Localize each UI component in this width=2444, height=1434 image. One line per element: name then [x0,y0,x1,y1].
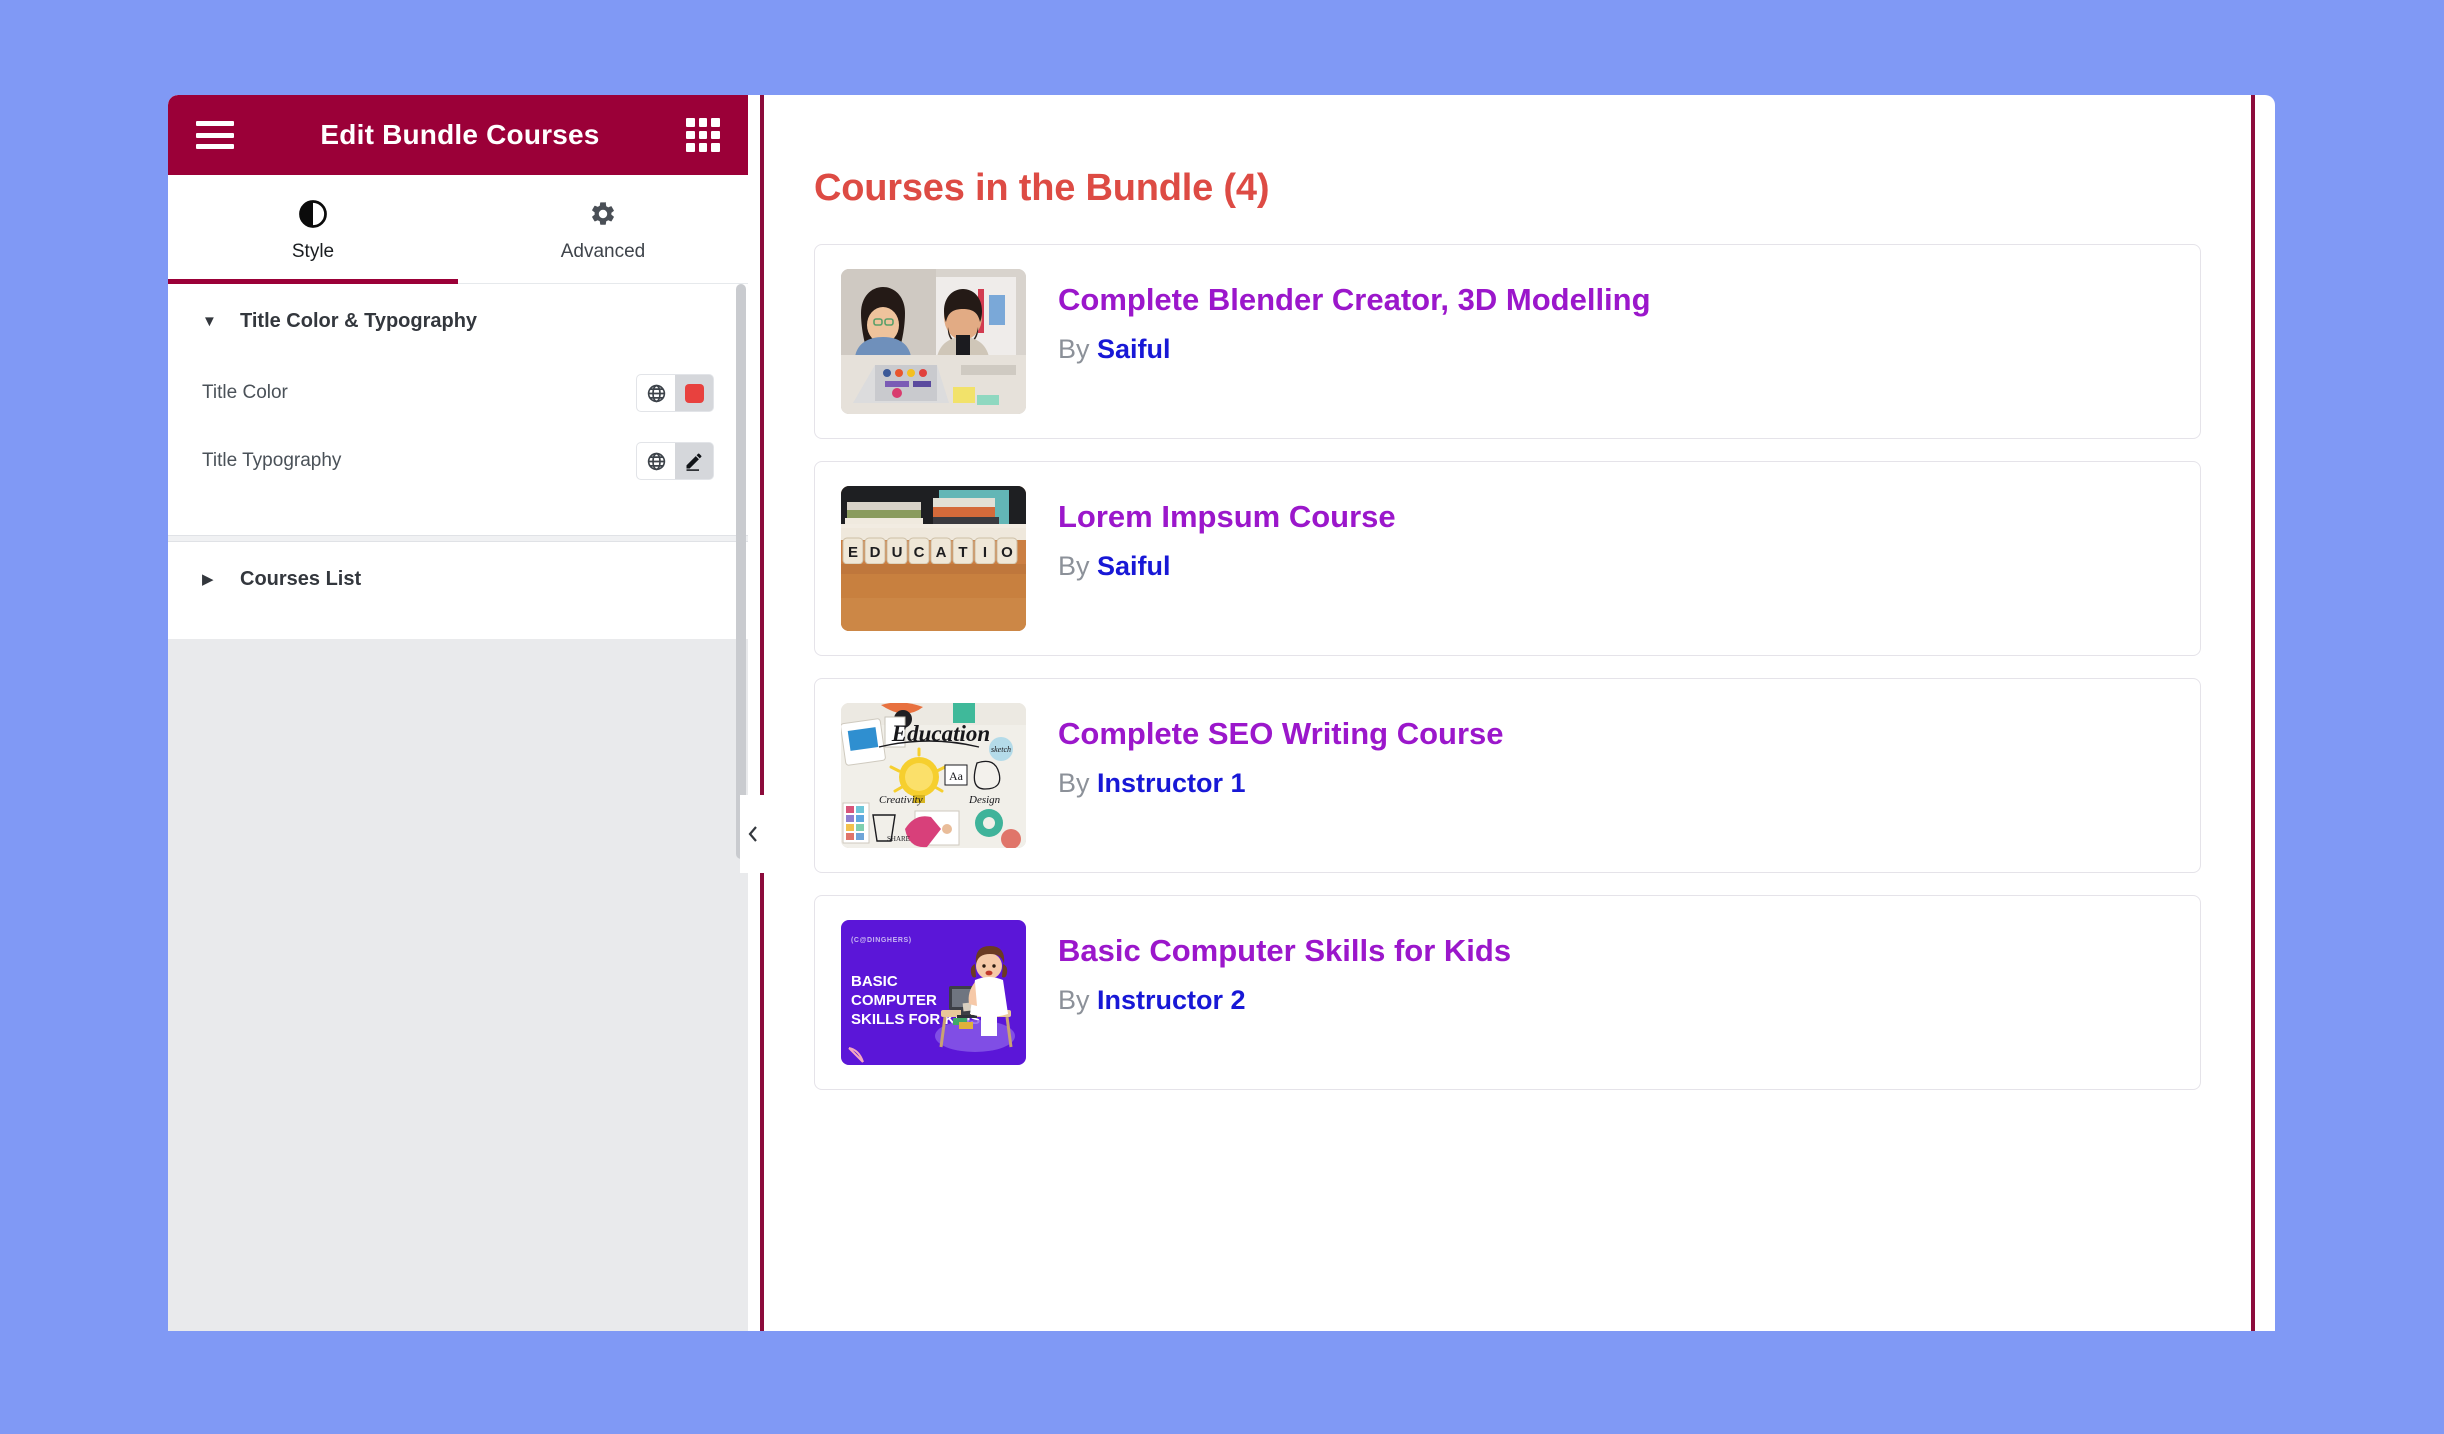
panel-title: Edit Bundle Courses [320,119,600,150]
svg-text:U: U [892,544,903,561]
section-title-color-typography: ▼ Title Color & Typography Title Color T… [168,284,748,535]
globe-icon[interactable] [637,375,675,411]
course-info: Lorem Impsum Course By Saiful [1026,486,1396,582]
course-card[interactable]: E D U C A T I O Lorem Impsum Course By Sa… [814,461,2201,656]
svg-text:Creativity: Creativity [879,794,923,806]
section-courses-list: ▶ Courses List [168,542,748,639]
section-header-title-color-typography[interactable]: ▼ Title Color & Typography [168,284,748,359]
frame-inner: Courses in the Bundle (4) Complete Blend… [764,105,2251,1331]
preview-canvas: Courses in the Bundle (4) Complete Blend… [748,95,2275,1331]
course-info: Complete Blender Creator, 3D Modelling By… [1026,269,1651,365]
title-color-widget [636,374,714,412]
course-byline: By Saiful [1058,334,1651,365]
title-color-label: Title Color [202,382,288,403]
title-typography-widget [636,442,714,480]
svg-text:A: A [936,544,947,561]
course-author[interactable]: Saiful [1097,551,1171,581]
course-author[interactable]: Saiful [1097,334,1171,364]
course-author[interactable]: Instructor 2 [1097,985,1246,1015]
gear-icon [458,197,748,231]
course-info: Basic Computer Skills for Kids By Instruc… [1026,920,1511,1016]
globe-icon[interactable] [637,443,675,479]
by-prefix: By [1058,768,1090,799]
course-byline: By Saiful [1058,551,1396,582]
chevron-right-icon: ▶ [202,571,214,588]
control-row-title-color: Title Color [168,359,748,427]
course-title[interactable]: Lorem Impsum Course [1058,498,1396,535]
course-thumbnail[interactable]: E D U C A T I O [841,486,1026,631]
course-info: Complete SEO Writing Course By Instructor… [1026,703,1504,799]
course-thumbnail[interactable]: (C@DINGHERS) BASIC COMPUTER SKILLS FOR K… [841,920,1026,1065]
course-title[interactable]: Complete SEO Writing Course [1058,715,1504,752]
by-prefix: By [1058,551,1090,582]
tab-style-label: Style [291,241,335,262]
pencil-icon [686,453,702,471]
course-title[interactable]: Basic Computer Skills for Kids [1058,932,1511,969]
svg-text:COMPUTER: COMPUTER [851,992,937,1009]
by-prefix: By [1058,334,1090,365]
svg-text:E: E [848,544,858,561]
title-typography-label: Title Typography [202,450,342,471]
svg-text:SHARE: SHARE [887,835,910,843]
panel-tabs: Style Advanced [168,175,748,284]
panel-collapse-handle[interactable] [740,795,766,873]
tab-advanced[interactable]: Advanced [458,175,748,283]
chevron-down-icon: ▼ [202,313,217,330]
course-byline: By Instructor 2 [1058,985,1511,1016]
svg-text:sketch: sketch [991,745,1011,754]
svg-text:BASIC: BASIC [851,973,898,990]
section-header-courses-list[interactable]: ▶ Courses List [168,542,748,617]
hamburger-icon[interactable] [196,121,234,149]
course-title[interactable]: Complete Blender Creator, 3D Modelling [1058,281,1651,318]
panel-scrollbar[interactable] [736,284,746,859]
title-typography-edit-button[interactable] [675,443,713,479]
svg-text:Design: Design [968,794,1001,806]
grid-icon[interactable] [686,118,720,152]
panel-header: Edit Bundle Courses [168,95,748,175]
svg-text:O: O [1001,544,1013,561]
page-title: Courses in the Bundle (4) [814,167,1270,209]
section-title-label: Title Color & Typography [240,310,478,332]
contrast-icon [168,197,458,231]
tab-advanced-label: Advanced [560,241,646,262]
course-card[interactable]: (C@DINGHERS) BASIC COMPUTER SKILLS FOR K… [814,895,2201,1090]
section-divider [168,535,748,542]
course-list: Complete Blender Creator, 3D Modelling By… [814,244,2201,1090]
panel-body: ▼ Title Color & Typography Title Color T… [168,284,748,1331]
svg-text:I: I [983,544,987,561]
svg-text:D: D [870,544,881,561]
course-thumbnail[interactable]: Education sketch Aa Creativity Design SH… [841,703,1026,848]
by-prefix: By [1058,985,1090,1016]
course-card[interactable]: Complete Blender Creator, 3D Modelling By… [814,244,2201,439]
editor-panel: Edit Bundle Courses Style Advanced ▼ Tit… [168,95,748,1331]
svg-text:T: T [958,544,967,561]
svg-text:Aa: Aa [949,769,964,783]
course-author[interactable]: Instructor 1 [1097,768,1246,798]
tab-style[interactable]: Style [168,175,458,284]
control-row-title-typography: Title Typography [168,427,748,495]
course-thumbnail[interactable] [841,269,1026,414]
svg-text:C: C [914,544,925,561]
chevron-left-icon [748,826,757,842]
section-courses-list-label: Courses List [240,568,362,590]
widget-frame-selected[interactable]: Courses in the Bundle (4) Complete Blend… [760,95,2255,1331]
title-color-swatch-button[interactable] [675,375,713,411]
color-swatch [684,383,704,403]
svg-text:(C@DINGHERS): (C@DINGHERS) [851,937,912,944]
course-byline: By Instructor 1 [1058,768,1504,799]
course-card[interactable]: Education sketch Aa Creativity Design SH… [814,678,2201,873]
